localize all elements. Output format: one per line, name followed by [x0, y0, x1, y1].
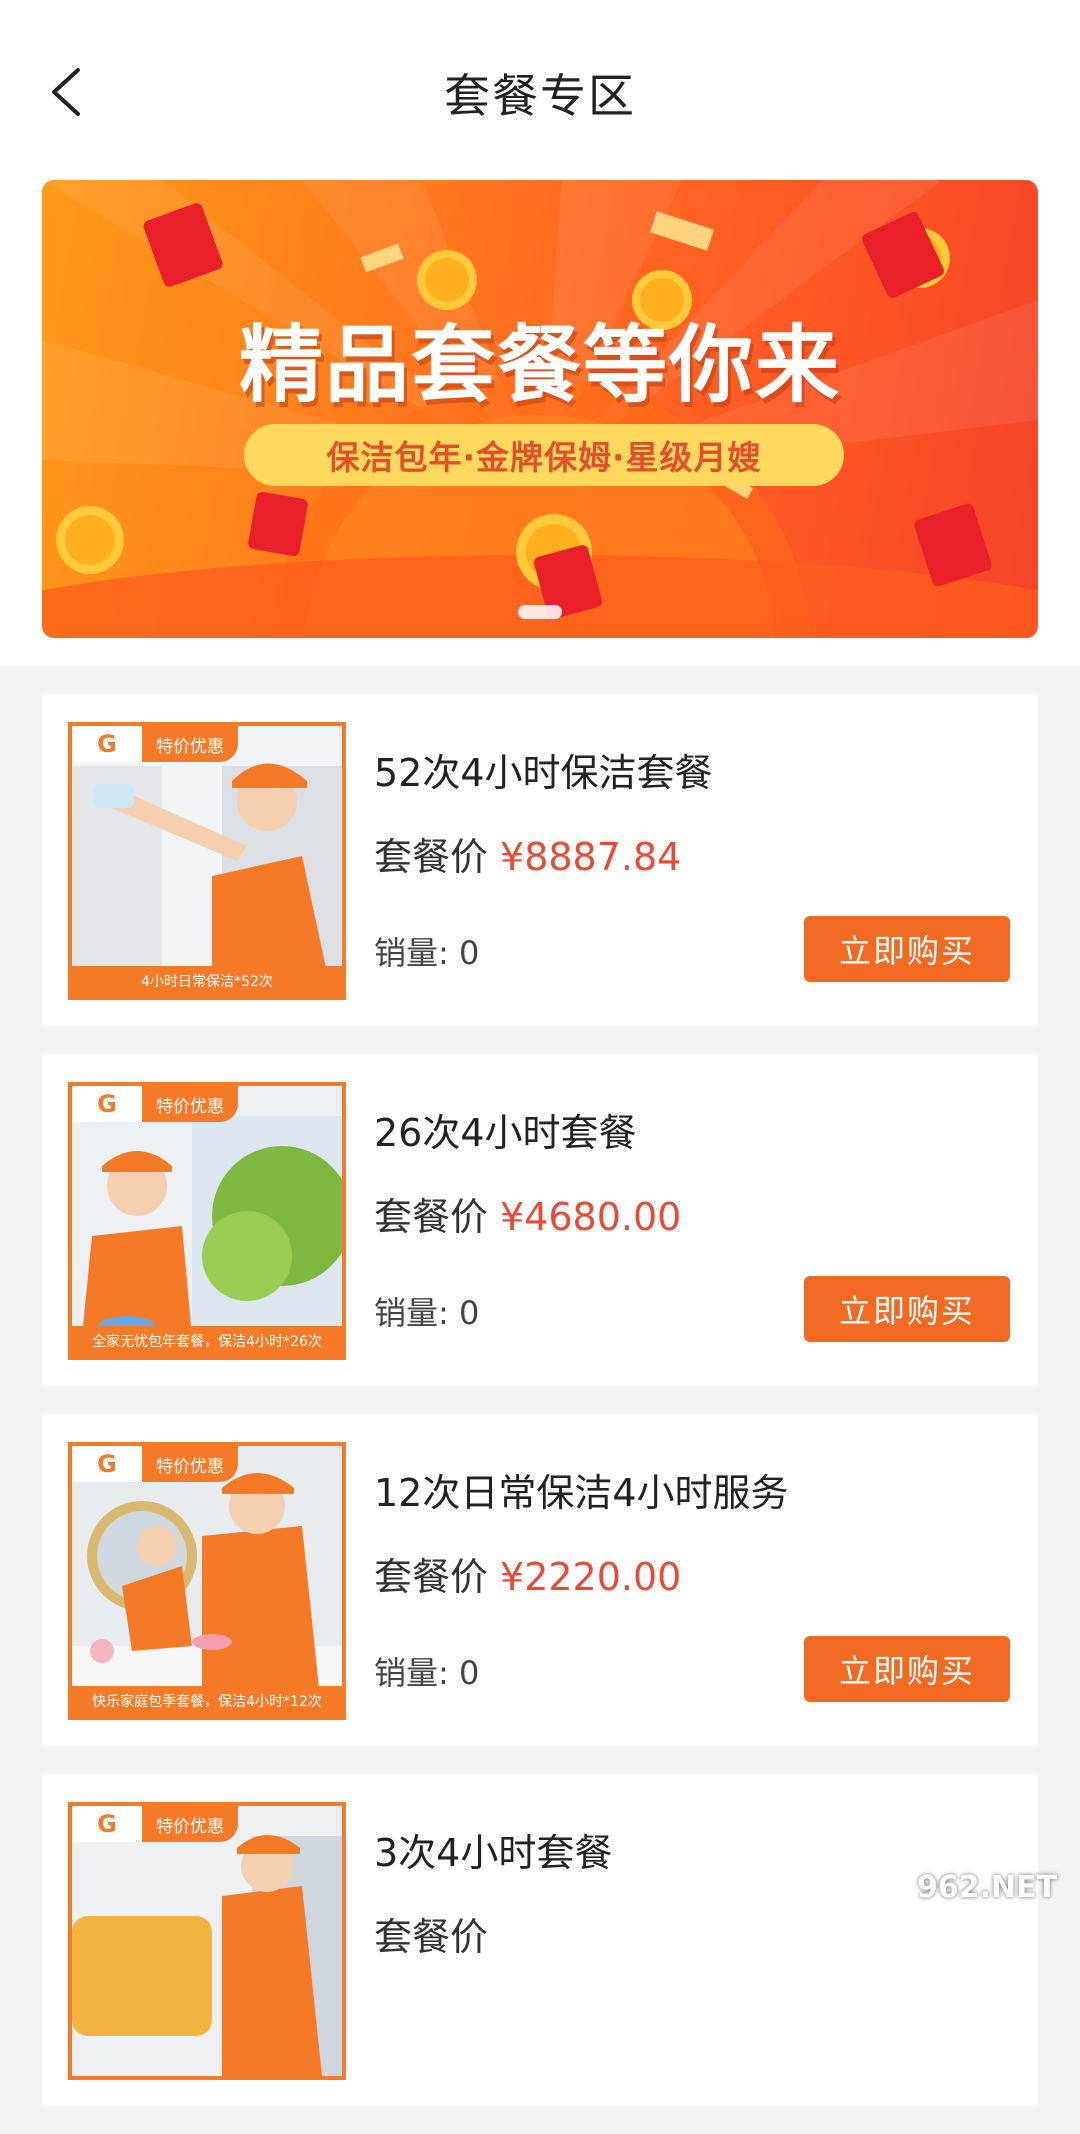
- cleaner-photo: [72, 1806, 342, 2076]
- package-name: 52次4小时保洁套餐: [374, 742, 713, 797]
- package-card[interactable]: G 特价优惠 3次4小时套餐 套餐价: [42, 1774, 1038, 2106]
- discount-badge: 特价优惠: [142, 1806, 238, 1842]
- price-row: 套餐价 ¥2220.00: [374, 1546, 681, 1601]
- package-name: 3次4小时套餐: [374, 1822, 612, 1877]
- brand-logo: G: [72, 726, 142, 762]
- brand-logo: G: [72, 1086, 142, 1122]
- package-card[interactable]: G 特价优惠 全家无忧包年套餐，保洁4小时*26次 26次4小时套餐 套餐价 ¥…: [42, 1054, 1038, 1386]
- package-card[interactable]: G 特价优惠 快乐家庭包季套餐，保洁4小时*12次 12次日常保洁4小时服务 套…: [42, 1414, 1038, 1746]
- price-label: 套餐价: [374, 1186, 488, 1241]
- thumbnail-caption: 全家无忧包年套餐，保洁4小时*26次: [72, 1326, 342, 1356]
- navigation-bar: 套餐专区: [0, 0, 1080, 180]
- package-thumbnail: G 特价优惠: [68, 1802, 346, 2080]
- sales-count: 销量: 0: [374, 1648, 479, 1694]
- site-watermark: 962.NET: [912, 1864, 1062, 1910]
- carousel-indicator: [518, 605, 562, 619]
- price-row: 套餐价: [374, 1906, 488, 1961]
- price-label: 套餐价: [374, 826, 488, 881]
- thumbnail-tag: G 特价优惠: [72, 726, 342, 762]
- buy-now-button[interactable]: 立即购买: [804, 1276, 1010, 1342]
- banner-title: 精品套餐等你来: [42, 298, 1038, 419]
- price-value: ¥8887.84: [500, 835, 681, 879]
- top-section: 套餐专区: [0, 0, 1080, 666]
- package-name: 26次4小时套餐: [374, 1102, 637, 1157]
- discount-badge: 特价优惠: [142, 1086, 238, 1122]
- price-label: 套餐价: [374, 1906, 488, 1961]
- package-thumbnail: G 特价优惠 快乐家庭包季套餐，保洁4小时*12次: [68, 1442, 346, 1720]
- price-row: 套餐价 ¥8887.84: [374, 826, 681, 881]
- price-label: 套餐价: [374, 1546, 488, 1601]
- package-thumbnail: G 特价优惠 4小时日常保洁*52次: [68, 722, 346, 1000]
- page-title: 套餐专区: [0, 60, 1080, 126]
- cleaner-photo: [72, 726, 342, 996]
- package-thumbnail: G 特价优惠 全家无忧包年套餐，保洁4小时*26次: [68, 1082, 346, 1360]
- thumbnail-caption: 快乐家庭包季套餐，保洁4小时*12次: [72, 1686, 342, 1716]
- buy-now-button[interactable]: 立即购买: [804, 1636, 1010, 1702]
- package-name: 12次日常保洁4小时服务: [374, 1462, 789, 1517]
- price-value: ¥2220.00: [500, 1555, 681, 1599]
- discount-badge: 特价优惠: [142, 726, 238, 762]
- promo-banner[interactable]: 精品套餐等你来 保洁包年·金牌保姆·星级月嫂: [42, 180, 1038, 638]
- brand-logo: G: [72, 1446, 142, 1482]
- cleaner-photo: [72, 1446, 342, 1716]
- package-list: G 特价优惠 4小时日常保洁*52次 52次4小时保洁套餐 套餐价 ¥8887.…: [42, 694, 1038, 2134]
- price-value: ¥4680.00: [500, 1195, 681, 1239]
- discount-badge: 特价优惠: [142, 1446, 238, 1482]
- thumbnail-tag: G 特价优惠: [72, 1446, 342, 1482]
- thumbnail-tag: G 特价优惠: [72, 1086, 342, 1122]
- price-row: 套餐价 ¥4680.00: [374, 1186, 681, 1241]
- cleaner-photo: [72, 1086, 342, 1356]
- thumbnail-caption: 4小时日常保洁*52次: [72, 966, 342, 996]
- buy-now-button[interactable]: 立即购买: [804, 916, 1010, 982]
- sales-count: 销量: 0: [374, 928, 479, 974]
- brand-logo: G: [72, 1806, 142, 1842]
- thumbnail-tag: G 特价优惠: [72, 1806, 342, 1842]
- package-card[interactable]: G 特价优惠 4小时日常保洁*52次 52次4小时保洁套餐 套餐价 ¥8887.…: [42, 694, 1038, 1026]
- sales-count: 销量: 0: [374, 1288, 479, 1334]
- banner-subtitle: 保洁包年·金牌保姆·星级月嫂: [244, 424, 844, 486]
